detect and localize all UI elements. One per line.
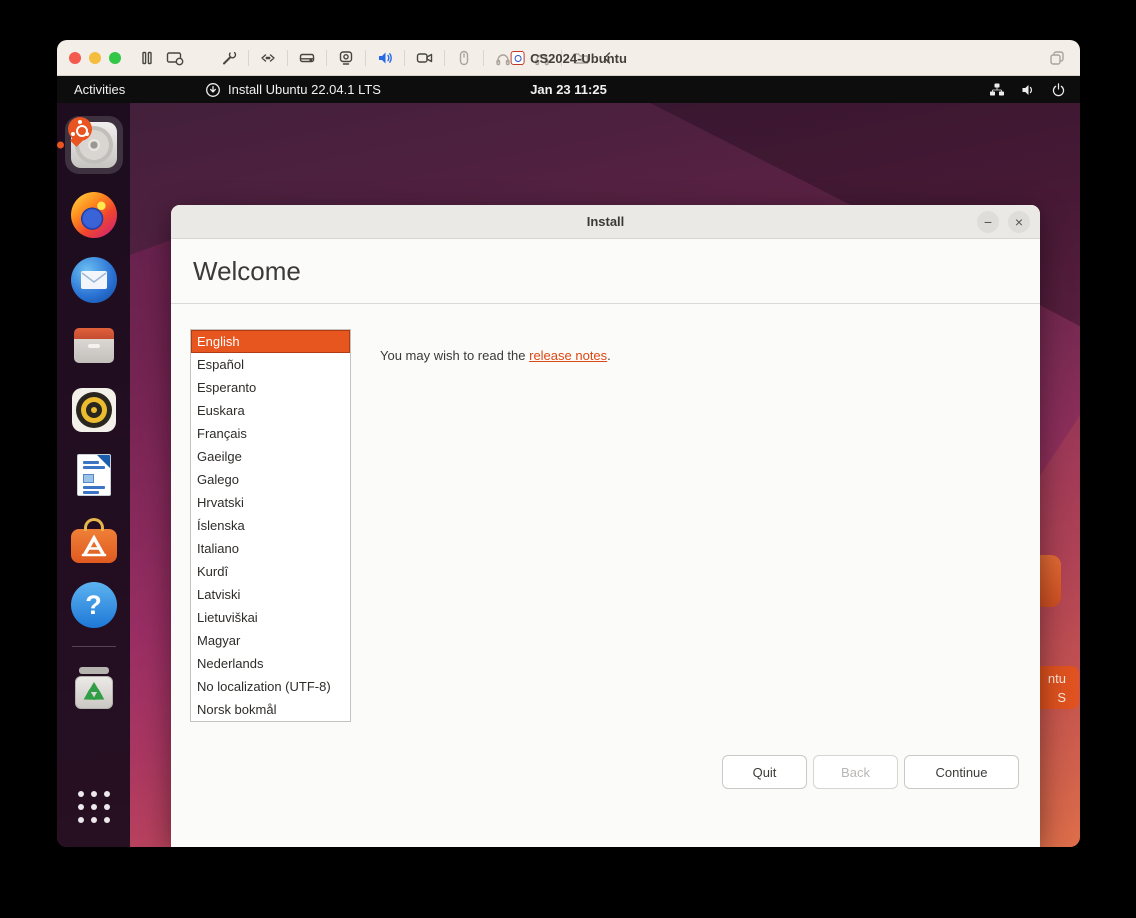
release-notes-link[interactable]: release notes (529, 348, 607, 363)
language-option-francais[interactable]: Français (191, 422, 350, 445)
toolbar-separator (287, 49, 288, 66)
volume-icon (1022, 84, 1033, 95)
zoom-window-button[interactable] (109, 51, 121, 64)
dock-divider (71, 646, 116, 647)
language-option-islenska[interactable]: Íslenska (191, 514, 350, 537)
installer-header: Welcome (171, 239, 1040, 304)
clock[interactable]: Jan 23 11:25 (530, 76, 607, 103)
install-app-icon (206, 82, 220, 97)
dock-item-firefox[interactable] (70, 191, 118, 239)
installer-window: Install − × Welcome English Español Espe… (171, 205, 1040, 847)
toolbar-separator (248, 49, 249, 66)
video-capture-icon[interactable] (416, 50, 433, 66)
power-icon (1052, 83, 1065, 97)
dock-item-ubuntu-software[interactable] (70, 516, 118, 564)
release-notes-text: You may wish to read the release notes. (380, 348, 611, 363)
ubuntu-logo-pin (67, 117, 92, 141)
note-prefix: You may wish to read the (380, 348, 530, 363)
dock-item-help[interactable]: ? (70, 581, 118, 629)
wrench-icon[interactable] (221, 50, 237, 66)
display-clock-icon[interactable] (166, 50, 184, 66)
installer-minimize-button[interactable]: − (977, 211, 999, 233)
installer-titlebar[interactable]: Install − × (171, 205, 1040, 239)
dock-item-thunderbird[interactable] (70, 256, 118, 304)
language-option-nederlands[interactable]: Nederlands (191, 652, 350, 675)
code-icon[interactable] (260, 50, 276, 66)
activities-button[interactable]: Activities (57, 76, 142, 103)
pause-icon[interactable] (139, 50, 155, 66)
thunderbird-icon (70, 257, 117, 303)
language-option-hrvatski[interactable]: Hrvatski (191, 491, 350, 514)
help-icon: ? (70, 582, 117, 628)
note-suffix: . (607, 348, 611, 363)
audio-output-icon[interactable] (377, 50, 393, 66)
rhythmbox-icon (71, 388, 116, 432)
recycle-symbol (80, 681, 107, 705)
app-menu[interactable]: Install Ubuntu 22.04.1 LTS (205, 76, 381, 103)
app-menu-label: Install Ubuntu 22.04.1 LTS (228, 82, 381, 97)
language-option-english[interactable]: English (191, 330, 350, 353)
language-option-magyar[interactable]: Magyar (191, 629, 350, 652)
libreoffice-writer-icon (76, 454, 111, 496)
desktop: ntu S ? Install − × Welcome English Espa… (57, 103, 1080, 847)
language-option-galego[interactable]: Galego (191, 468, 350, 491)
minimize-window-button[interactable] (89, 51, 101, 64)
language-option-kurdi[interactable]: Kurdî (191, 560, 350, 583)
continue-button[interactable]: Continue (904, 755, 1019, 789)
dock-item-trash[interactable] (70, 664, 118, 712)
firefox-icon (70, 192, 117, 238)
vm-window: CS2024-Ubuntu Activities Install Ubuntu … (57, 40, 1080, 847)
installer-content: English Español Esperanto Euskara França… (171, 304, 1040, 847)
language-option-espanol[interactable]: Español (191, 353, 350, 376)
page-title: Welcome (193, 255, 301, 286)
ubuntu-installer-icon (67, 117, 117, 168)
language-option-esperanto[interactable]: Esperanto (191, 376, 350, 399)
window-copy-icon[interactable] (1048, 49, 1066, 67)
traffic-lights (69, 51, 121, 64)
action-buttons: Quit Back Continue (722, 755, 1019, 789)
language-option-norsk-bokmal[interactable]: Norsk bokmål (191, 698, 350, 721)
language-option-euskara[interactable]: Euskara (191, 399, 350, 422)
toolbar-separator (444, 49, 445, 66)
back-button: Back (813, 755, 898, 789)
running-indicator-dot (57, 141, 64, 149)
toolbar-separator (326, 49, 327, 66)
dock-item-files[interactable] (70, 321, 118, 369)
ubuntu-software-icon (70, 517, 117, 563)
dock-item-rhythmbox[interactable] (70, 386, 118, 434)
toolbar-separator (365, 49, 366, 66)
installer-close-button[interactable]: × (1008, 211, 1030, 233)
language-option-latviski[interactable]: Latviski (191, 583, 350, 606)
vm-title: CS2024-Ubuntu (530, 50, 627, 66)
mac-titlebar: CS2024-Ubuntu (57, 40, 1080, 76)
drive-icon[interactable] (299, 50, 315, 66)
language-option-no-localization[interactable]: No localization (UTF-8) (191, 675, 350, 698)
language-option-italiano[interactable]: Italiano (191, 537, 350, 560)
language-list[interactable]: English Español Esperanto Euskara França… (190, 329, 351, 722)
headphones-icon[interactable] (495, 50, 511, 66)
vm-title-area[interactable]: CS2024-Ubuntu (510, 40, 627, 76)
mouse-icon[interactable] (456, 50, 472, 66)
language-option-gaeilge[interactable]: Gaeilge (191, 445, 350, 468)
dock-item-app-grid[interactable] (70, 783, 118, 831)
dock-item-libreoffice-writer[interactable] (70, 451, 118, 499)
trash-icon (74, 667, 113, 709)
installer-window-title: Install (586, 214, 625, 229)
files-icon (73, 327, 114, 363)
dock-item-ubuntu-installer[interactable] (57, 116, 123, 174)
vm-app-icon (510, 51, 525, 65)
toolbar-separator (483, 49, 484, 66)
dock: ? (57, 103, 130, 847)
toolbar-separator (404, 49, 405, 66)
network-icon (990, 83, 1004, 96)
status-area[interactable] (989, 76, 1066, 103)
close-window-button[interactable] (69, 51, 81, 64)
language-option-lietuviskai[interactable]: Lietuviškai (191, 606, 350, 629)
quit-button[interactable]: Quit (722, 755, 807, 789)
webcam-icon[interactable] (338, 50, 354, 66)
app-grid-icon (77, 791, 110, 823)
ubuntu-topbar: Activities Install Ubuntu 22.04.1 LTS Ja… (57, 76, 1080, 103)
question-glyph: ? (85, 589, 102, 620)
